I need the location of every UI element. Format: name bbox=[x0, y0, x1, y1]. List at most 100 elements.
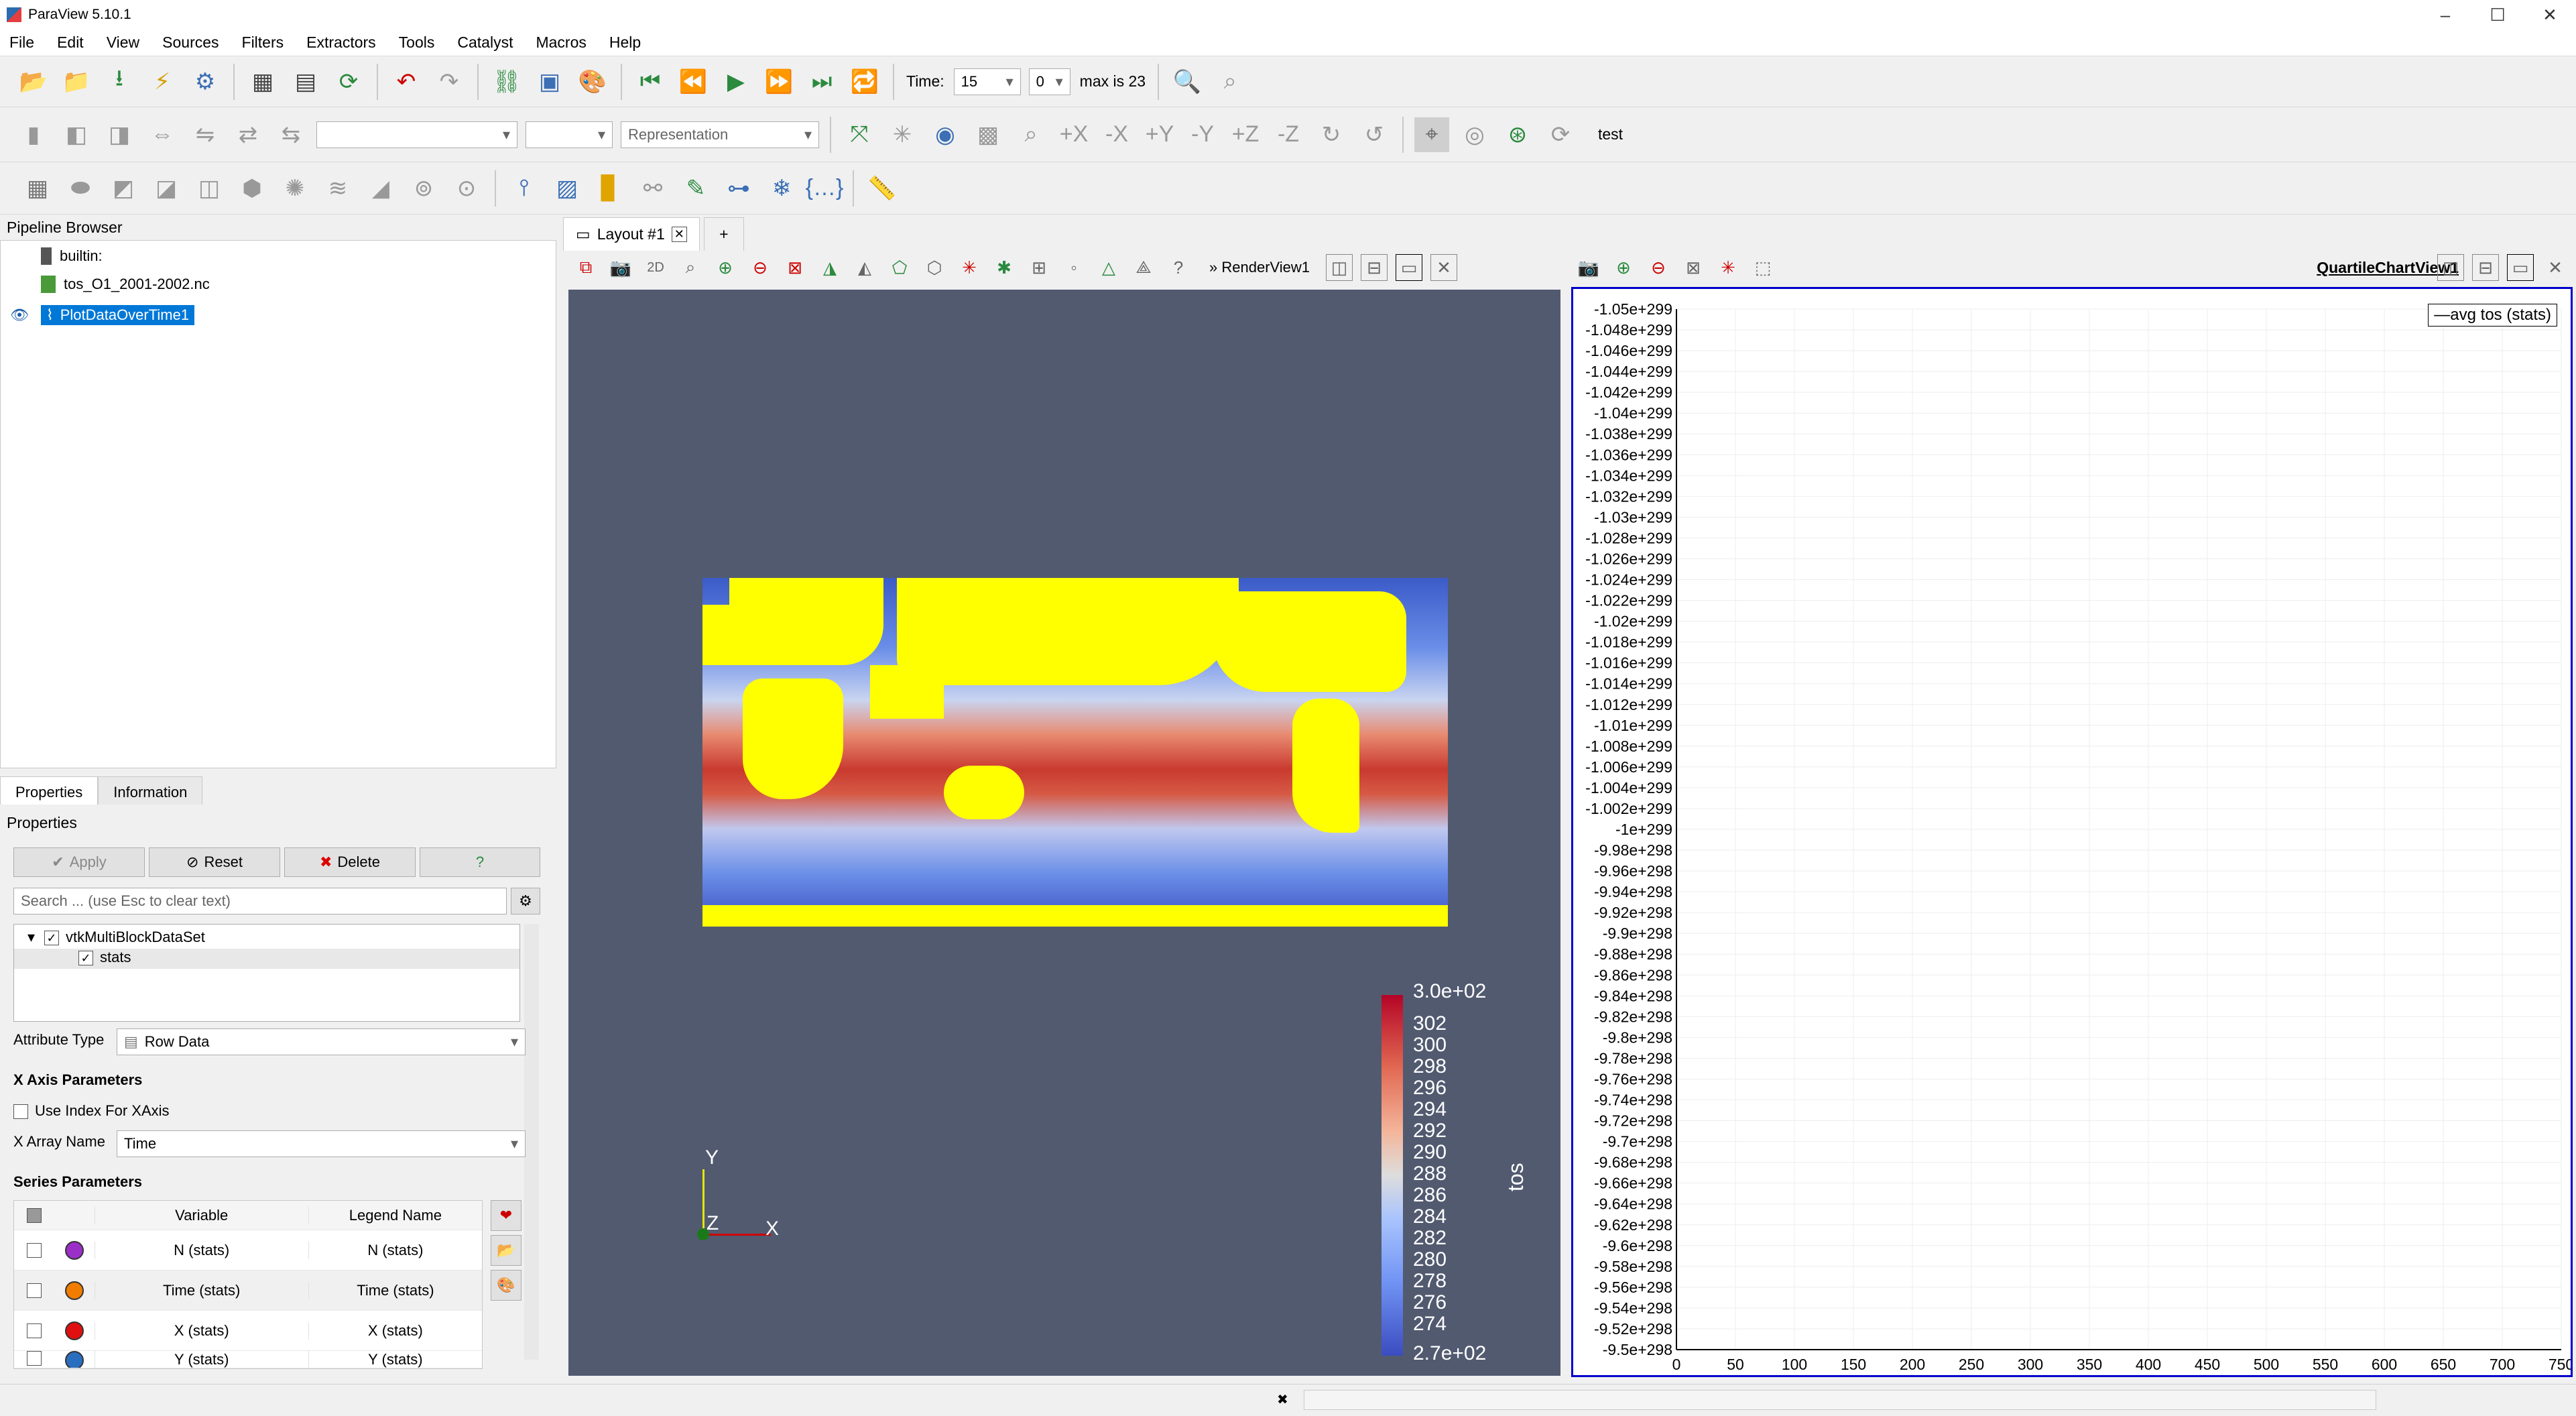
series-checkbox[interactable] bbox=[26, 1351, 42, 1366]
contour-icon[interactable]: ⬬ bbox=[63, 171, 98, 206]
menu-extractors[interactable]: Extractors bbox=[306, 34, 376, 52]
toggle-2d-button[interactable]: 2D bbox=[642, 254, 669, 281]
table-row[interactable]: Y (stats) Y (stats) bbox=[14, 1351, 482, 1368]
quartile-chart-view[interactable]: -1.05e+299 -1.048e+299 -1.046e+299 -1.044e+… bbox=[1571, 287, 2573, 1377]
zoom-closest-icon[interactable]: ⌕ bbox=[1213, 64, 1247, 99]
series-color-swatch[interactable] bbox=[64, 1321, 84, 1340]
close-view-icon[interactable]: ✕ bbox=[1430, 254, 1458, 281]
color-palette-icon[interactable]: 🎨 bbox=[575, 64, 610, 99]
series-color-swatch[interactable] bbox=[64, 1281, 84, 1300]
plot-data-over-time-icon[interactable]: ⊶ bbox=[721, 171, 756, 206]
load-state-icon[interactable]: ▤ bbox=[288, 64, 323, 99]
extract-level-icon[interactable]: ⊙ bbox=[449, 171, 484, 206]
interactive-select-icon[interactable]: ✳ bbox=[956, 254, 983, 281]
color-component-combo[interactable] bbox=[526, 121, 613, 148]
warp-icon[interactable]: ◢ bbox=[363, 171, 398, 206]
zoom-icon[interactable]: ⌕ bbox=[677, 254, 704, 281]
open-folder-icon[interactable]: 📂 bbox=[16, 64, 51, 99]
group-datasets-icon[interactable]: ⊚ bbox=[406, 171, 441, 206]
reset-camera-icon[interactable]: ⤧ bbox=[842, 117, 877, 152]
delete-button[interactable]: ✖ Delete bbox=[284, 847, 416, 877]
series-load-button[interactable]: 📂 bbox=[491, 1235, 522, 1266]
undo-icon[interactable]: ↶ bbox=[389, 64, 424, 99]
menu-edit[interactable]: Edit bbox=[57, 34, 84, 52]
clip-icon[interactable]: ◩ bbox=[106, 171, 141, 206]
first-frame-icon[interactable]: ⏮ bbox=[633, 64, 668, 99]
play-icon[interactable]: ▶ bbox=[719, 64, 753, 99]
menu-view[interactable]: View bbox=[107, 34, 139, 52]
camera-link-icon[interactable]: ⛓ bbox=[489, 64, 524, 99]
extract-subset-icon[interactable]: ⬢ bbox=[235, 171, 269, 206]
tree-row-stats[interactable]: ✓ stats bbox=[14, 949, 519, 969]
hover-points-icon[interactable]: ✱ bbox=[991, 254, 1018, 281]
screenshot-icon[interactable]: ▣ bbox=[532, 64, 567, 99]
tree-row-multiblock[interactable]: ▾ ✓ vtkMultiBlockDataSet bbox=[27, 929, 205, 946]
series-checkbox[interactable] bbox=[26, 1242, 42, 1258]
select-all-checkbox-cell[interactable] bbox=[14, 1207, 54, 1223]
set-view-plus-y-icon[interactable]: +Y bbox=[1142, 117, 1177, 152]
grow-selection-icon[interactable]: ◦ bbox=[1060, 254, 1087, 281]
hover-cells-icon[interactable]: ⊞ bbox=[1026, 254, 1052, 281]
attribute-type-combo[interactable]: ▤ Row Data bbox=[117, 1028, 526, 1055]
rescale-icon[interactable]: ⇔ bbox=[145, 117, 180, 152]
x-array-combo[interactable]: Time bbox=[117, 1130, 526, 1157]
find-data-icon[interactable]: ? bbox=[1165, 254, 1192, 281]
scalar-bar-icon[interactable]: ◨ bbox=[102, 117, 137, 152]
select-frustum-icon[interactable]: ⊠ bbox=[782, 254, 808, 281]
glyph-icon[interactable]: ✺ bbox=[278, 171, 312, 206]
select-points-icon[interactable]: ⊕ bbox=[1610, 254, 1637, 281]
properties-search-input[interactable]: Search ... (use Esc to clear text) bbox=[13, 888, 507, 914]
render-view[interactable]: 3.0e+02 302 300 298 296 294 292 290 288 … bbox=[568, 290, 1560, 1376]
set-view-minus-y-icon[interactable]: -Y bbox=[1185, 117, 1220, 152]
series-legend[interactable]: Time (stats) bbox=[308, 1281, 482, 1299]
split-vertical-icon[interactable]: ⊟ bbox=[2472, 254, 2499, 281]
select-points-through-icon[interactable]: ◭ bbox=[851, 254, 878, 281]
orientation-axes-icon[interactable]: ◎ bbox=[1457, 117, 1492, 152]
split-vertical-icon[interactable]: ⊟ bbox=[1361, 254, 1388, 281]
table-row[interactable]: N (stats) N (stats) bbox=[14, 1230, 482, 1271]
capture-screenshot-icon[interactable]: 📷 bbox=[1575, 254, 1602, 281]
last-frame-icon[interactable]: ⏭ bbox=[804, 64, 839, 99]
use-index-row[interactable]: Use Index For XAxis bbox=[13, 1102, 170, 1120]
table-row[interactable]: X (stats) X (stats) bbox=[14, 1311, 482, 1351]
center-axes-icon[interactable]: ⊛ bbox=[1500, 117, 1535, 152]
pipeline-item-builtin[interactable]: builtin: bbox=[41, 247, 103, 265]
variable-icon[interactable]: ◧ bbox=[59, 117, 94, 152]
zoom-box-icon[interactable]: ⌕ bbox=[1014, 117, 1048, 152]
split-horizontal-icon[interactable]: ◫ bbox=[2437, 254, 2464, 281]
render-view-label[interactable]: » RenderView1 bbox=[1209, 259, 1310, 276]
close-icon[interactable]: ✕ bbox=[2524, 0, 2576, 30]
select-cells-on-icon[interactable]: ⊕ bbox=[712, 254, 739, 281]
pipeline-selected-item[interactable]: ⌇ PlotDataOverTime1 bbox=[40, 305, 195, 325]
disconnect-icon[interactable]: ⚙ bbox=[188, 64, 223, 99]
maximize-view-icon[interactable]: ▭ bbox=[1396, 254, 1423, 281]
python-script-icon[interactable]: {…} bbox=[806, 171, 844, 206]
plot-selection-icon[interactable]: ▨ bbox=[550, 171, 585, 206]
legend-header[interactable]: Legend Name bbox=[308, 1206, 482, 1224]
series-legend[interactable]: N (stats) bbox=[308, 1241, 482, 1259]
menu-tools[interactable]: Tools bbox=[399, 34, 435, 52]
clear-selection-icon[interactable]: ⟁ bbox=[1130, 254, 1157, 281]
interaction-mode-icon[interactable]: ⌖ bbox=[1414, 117, 1449, 152]
maximize-view-icon[interactable]: ▭ bbox=[2507, 254, 2534, 281]
threshold-icon[interactable]: ◫ bbox=[192, 171, 227, 206]
tab-properties[interactable]: Properties bbox=[0, 776, 99, 808]
maximize-icon[interactable]: ☐ bbox=[2471, 0, 2524, 30]
tab-information[interactable]: Information bbox=[98, 776, 203, 808]
ruler-icon[interactable]: 📏 bbox=[865, 171, 900, 206]
select-toggle-icon[interactable]: ⊠ bbox=[1680, 254, 1707, 281]
stream-tracer-icon[interactable]: ≋ bbox=[320, 171, 355, 206]
server-icon[interactable]: ▮ bbox=[16, 117, 51, 152]
rescale-custom-icon[interactable]: ⇋ bbox=[188, 117, 223, 152]
redo-icon[interactable]: ↷ bbox=[432, 64, 467, 99]
status-close-icon[interactable]: ✖ bbox=[1277, 1391, 1288, 1408]
help-button[interactable]: ? bbox=[420, 847, 540, 877]
temporal-statistics-icon[interactable]: ❄ bbox=[764, 171, 799, 206]
plot-over-line-icon[interactable]: ⫯ bbox=[507, 171, 542, 206]
menu-help[interactable]: Help bbox=[609, 34, 641, 52]
open-recent-icon[interactable]: 📁 bbox=[59, 64, 94, 99]
representation-combo[interactable]: Representation bbox=[621, 121, 819, 148]
menu-macros[interactable]: Macros bbox=[536, 34, 586, 52]
set-view-plus-z-icon[interactable]: +Z bbox=[1228, 117, 1263, 152]
colorbar[interactable] bbox=[1382, 995, 1403, 1356]
